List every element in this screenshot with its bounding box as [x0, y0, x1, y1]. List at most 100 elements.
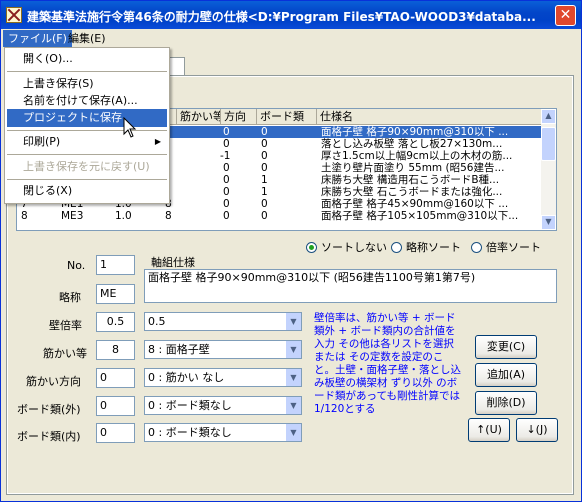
cell-board: 0 — [261, 150, 268, 162]
move-down-button[interactable]: ↓(J) — [516, 418, 558, 442]
cell-spec: 床勝ち大壁 構造用石こうボードB種... — [321, 174, 500, 186]
menu-item-open[interactable]: 開く(O)... — [7, 50, 167, 68]
cell-spec: 厚さ1.5cm以上幅9cm以上の木材の筋... — [321, 150, 513, 162]
window-title: 建築基準法施行令第46条の耐力壁の仕様<D:¥Program Files¥TAO… — [27, 10, 536, 24]
add-button[interactable]: 追加(A) — [475, 363, 537, 387]
main-window: 建築基準法施行令第46条の耐力壁の仕様<D:¥Program Files¥TAO… — [0, 0, 582, 502]
cell-abbr: ME3 — [61, 210, 84, 222]
table-row[interactable]: 8 ME3 1.0 8 0 0 面格子壁 格子105×105mm@310以下..… — [17, 210, 542, 222]
change-button[interactable]: 変更(C) — [475, 335, 537, 359]
col-header-board[interactable]: ボード類 — [257, 109, 317, 125]
cell-direction: -1 — [220, 150, 231, 162]
col-header-spec-name[interactable]: 仕様名 — [317, 109, 542, 125]
radio-sort-mult[interactable]: 倍率ソート — [471, 241, 541, 254]
spec-field[interactable]: 面格子壁 格子90×90mm@310以下 (昭56建告1100号第1第7号) — [144, 269, 557, 303]
spec-label: 軸組仕様 — [151, 256, 195, 269]
scroll-up-icon[interactable]: ▲ — [541, 109, 556, 124]
table-vertical-scrollbar[interactable]: ▲ ▼ — [541, 109, 556, 230]
cell-spec: 床勝ち大壁 石こうボードまたは強化... — [321, 186, 503, 198]
chevron-down-icon[interactable]: ▼ — [285, 397, 301, 414]
direction-field[interactable]: 0 — [96, 368, 135, 388]
cell-direction: 0 — [223, 198, 230, 210]
menu-item-save-project[interactable]: プロジェクトに保存 — [7, 109, 167, 127]
mult-field[interactable]: 0.5 — [96, 312, 135, 332]
cell-brace: 8 — [165, 210, 172, 222]
menu-edit[interactable]: 編集(E) — [63, 30, 111, 47]
menu-item-print-label: 印刷(P) — [23, 135, 61, 148]
direction-combo[interactable]: 0 : 筋かい なし ▼ — [144, 368, 302, 387]
submenu-arrow-icon: ▶ — [154, 137, 161, 146]
radio-icon — [391, 242, 402, 253]
cell-board: 0 — [261, 138, 268, 150]
radio-sort-none[interactable]: ソートしない — [306, 241, 387, 254]
brace-field[interactable]: 8 — [96, 340, 135, 360]
cell-board: 0 — [261, 162, 268, 174]
board-outer-combo[interactable]: 0 : ボード類なし ▼ — [144, 396, 302, 415]
mult-combo-value: 0.5 — [148, 315, 166, 328]
cell-mult: 1.0 — [115, 210, 132, 222]
close-button[interactable]: ✕ — [555, 5, 576, 26]
no-label: No. — [67, 259, 86, 272]
menu-item-revert: 上書き保存を元に戻す(U) — [23, 160, 150, 173]
menu-file[interactable]: ファイル(F) — [3, 30, 72, 47]
cell-direction: 0 — [223, 174, 230, 186]
radio-sort-none-label: ソートしない — [321, 241, 387, 254]
menu-separator — [7, 130, 167, 131]
scroll-thumb[interactable] — [541, 127, 556, 161]
brace-combo[interactable]: 8 : 面格子壁 ▼ — [144, 340, 302, 359]
abbr-field[interactable]: ME — [96, 284, 135, 304]
chevron-down-icon[interactable]: ▼ — [285, 313, 301, 330]
menu-item-save[interactable]: 上書き保存(S) — [7, 75, 167, 93]
cell-board: 1 — [261, 186, 268, 198]
scroll-down-icon[interactable]: ▼ — [541, 215, 556, 230]
radio-sort-name[interactable]: 略称ソート — [391, 241, 461, 254]
menu-item-print[interactable]: 印刷(P) ▶ — [7, 133, 167, 151]
radio-selected-icon — [306, 242, 317, 253]
menu-separator — [7, 154, 167, 155]
chevron-down-icon[interactable]: ▼ — [285, 369, 301, 386]
cell-spec: 面格子壁 格子45×90mm@160以下 ... — [321, 198, 509, 210]
direction-combo-value: 0 : 筋かい なし — [148, 371, 225, 384]
radio-sort-name-label: 略称ソート — [406, 241, 461, 254]
delete-button[interactable]: 削除(D) — [475, 391, 537, 415]
radio-icon — [471, 242, 482, 253]
help-note: 壁倍率は、筋かい等 + ボード類外 + ボード類内の合計値を入力 その他は各リス… — [314, 312, 461, 415]
cell-direction: 0 — [223, 186, 230, 198]
radio-sort-mult-label: 倍率ソート — [486, 241, 541, 254]
board-outer-field[interactable]: 0 — [96, 396, 135, 416]
board-outer-combo-value: 0 : ボード類なし — [148, 399, 232, 412]
cell-direction: 0 — [223, 162, 230, 174]
board-inner-field[interactable]: 0 — [96, 423, 135, 443]
mouse-cursor-icon — [123, 117, 137, 138]
cell-direction: 0 — [223, 138, 230, 150]
board-inner-combo-value: 0 : ボード類なし — [148, 426, 232, 439]
move-up-button[interactable]: ↑(U) — [468, 418, 510, 442]
brace-label: 筋かい等 — [43, 347, 87, 360]
menu-item-save-as[interactable]: 名前を付けて保存(A)... — [7, 92, 167, 110]
mult-combo[interactable]: 0.5 ▼ — [144, 312, 302, 331]
menu-item-close[interactable]: 閉じる(X) — [7, 182, 167, 200]
chevron-down-icon[interactable]: ▼ — [285, 424, 301, 441]
col-header-brace[interactable]: 筋かい等 — [177, 109, 221, 125]
cell-spec: 土塗り壁片面塗り 55mm (昭56建告... — [321, 162, 505, 174]
board-outer-label: ボード類(外) — [17, 403, 81, 416]
menu-bar: ファイル(F) 編集(E) — [1, 29, 581, 48]
menu-separator — [7, 71, 167, 72]
board-inner-combo[interactable]: 0 : ボード類なし ▼ — [144, 423, 302, 442]
col-header-direction[interactable]: 方向 — [221, 109, 257, 125]
board-inner-label: ボード類(内) — [17, 430, 81, 443]
direction-label: 筋かい方向 — [26, 375, 81, 388]
app-icon — [6, 7, 22, 23]
cell-no: 8 — [21, 210, 28, 222]
cell-spec: 面格子壁 格子90×90mm@310以下 ... — [321, 126, 509, 138]
no-field[interactable]: 1 — [96, 255, 135, 275]
cell-board: 0 — [261, 126, 268, 138]
file-menu-dropdown: 開く(O)... 上書き保存(S) 名前を付けて保存(A)... プロジェクトに… — [4, 47, 170, 204]
cell-direction: 0 — [223, 126, 230, 138]
abbr-label: 略称 — [59, 291, 81, 304]
cell-spec: 落とし込み板壁 落とし板27×130m... — [321, 138, 503, 150]
cell-board: 1 — [261, 174, 268, 186]
chevron-down-icon[interactable]: ▼ — [285, 341, 301, 358]
cell-direction: 0 — [223, 210, 230, 222]
title-bar[interactable]: 建築基準法施行令第46条の耐力壁の仕様<D:¥Program Files¥TAO… — [1, 1, 581, 29]
